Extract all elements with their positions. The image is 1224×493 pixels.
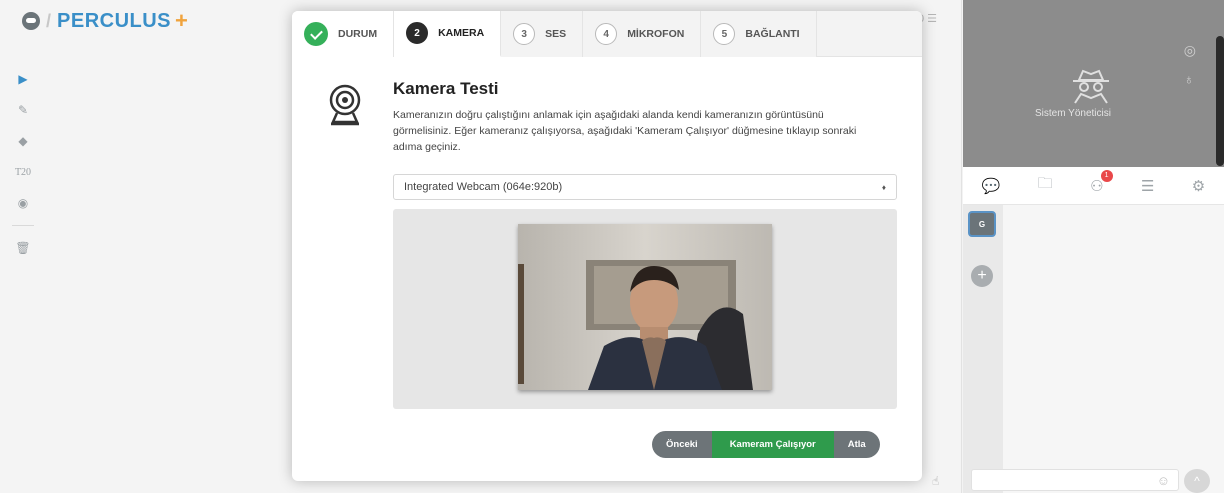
add-room-button[interactable]: +: [971, 265, 993, 287]
pen-tool[interactable]: ✎: [10, 99, 36, 121]
step-label: BAĞLANTI: [745, 28, 800, 40]
chat-room-list: G +: [963, 205, 1003, 493]
camera-select[interactable]: Integrated Webcam (064e:920b) ♦: [393, 174, 897, 200]
step-label: DURUM: [338, 28, 378, 40]
video-tile: Sistem Yöneticisi ◎ ♁: [963, 0, 1224, 167]
record-icon: ◉: [17, 196, 29, 210]
toolbar-divider: [12, 225, 34, 226]
chat-input[interactable]: ☺: [971, 469, 1179, 491]
logo-plus-icon: +: [175, 8, 188, 33]
room-chip[interactable]: G: [968, 211, 996, 237]
wizard-actions: Önceki Kameram Çalışıyor Atla: [652, 431, 880, 458]
step-mikrofon[interactable]: 4 MİKROFON: [583, 11, 702, 57]
step-label: KAMERA: [438, 27, 485, 39]
panel-tabs: 💬 🗀 ⚇ 1 ☰ ⚙: [963, 167, 1224, 205]
gear-icon[interactable]: ⚙: [1192, 177, 1205, 195]
scrollbar[interactable]: [1216, 36, 1224, 166]
microphone-icon[interactable]: ♁: [1184, 71, 1196, 87]
spy-avatar-icon: [1073, 69, 1109, 104]
camera-select-value: Integrated Webcam (064e:920b): [404, 181, 563, 193]
pointer-tool[interactable]: ▶: [10, 68, 36, 90]
pencil-icon: ✎: [17, 103, 29, 117]
step-durum[interactable]: DURUM: [292, 11, 395, 57]
skip-button[interactable]: Atla: [833, 431, 880, 458]
folder-icon[interactable]: 🗀: [1038, 173, 1053, 198]
setup-wizard-modal: DURUM 2 KAMERA 3 SES 4 MİKROFON 5 BAĞLAN…: [292, 11, 922, 481]
modal-description: Kameranızın doğru çalıştığını anlamak iç…: [393, 109, 857, 153]
users-icon[interactable]: ⚇ 1: [1090, 169, 1113, 195]
cursor-icon: ▶: [18, 72, 28, 86]
text-icon: T20: [14, 166, 32, 178]
camera-preview-area: [393, 209, 897, 409]
previous-button[interactable]: Önceki: [652, 431, 712, 458]
eraser-tool[interactable]: ◆: [10, 130, 36, 152]
logo-text: PERCULUS: [57, 9, 172, 32]
modal-title: Kamera Testi: [393, 79, 499, 98]
step-number: 5: [713, 23, 736, 45]
user-name-label: Sistem Yöneticisi: [1035, 108, 1111, 119]
step-kamera[interactable]: 2 KAMERA: [394, 11, 502, 57]
step-ses[interactable]: 3 SES: [501, 11, 584, 57]
video-controls: ◎ ♁: [1184, 42, 1196, 87]
logo: / PERCULUS +: [22, 8, 188, 34]
camera-icon[interactable]: ◎: [1184, 42, 1196, 59]
delete-tool[interactable]: 🗑: [10, 237, 36, 259]
users-glyph: ⚇: [1090, 177, 1104, 195]
webcam-feed: [518, 224, 772, 390]
scroll-up-button[interactable]: ^: [1184, 469, 1210, 493]
eraser-icon: ◆: [18, 134, 28, 148]
camera-working-button[interactable]: Kameram Çalışıyor: [711, 431, 834, 458]
step-number: 2: [406, 22, 429, 44]
chat-icon[interactable]: 💬: [982, 177, 1001, 195]
webcam-icon: [329, 84, 361, 126]
notification-badge: 1: [1100, 169, 1113, 182]
raise-hand-icon[interactable]: ☝: [932, 474, 939, 488]
wizard-steps: DURUM 2 KAMERA 3 SES 4 MİKROFON 5 BAĞLAN…: [292, 11, 922, 57]
list-icon[interactable]: ☰: [1141, 177, 1154, 195]
perculus-logo-icon: [22, 12, 40, 30]
step-baglanti[interactable]: 5 BAĞLANTI: [701, 11, 817, 57]
right-panel: Sistem Yöneticisi ◎ ♁ 💬 🗀 ⚇ 1 ☰ ⚙ G + ☺ ^: [963, 0, 1224, 493]
logo-separator: /: [46, 10, 52, 31]
record-tool[interactable]: ◉: [10, 192, 36, 214]
step-number: 3: [513, 23, 536, 45]
trash-icon: 🗑: [15, 241, 31, 255]
drawing-toolbar: ▶ ✎ ◆ T20 ◉ 🗑: [10, 68, 50, 259]
step-label: MİKROFON: [627, 28, 685, 40]
steps-filler: [816, 11, 922, 56]
check-icon: [304, 22, 328, 46]
text-tool[interactable]: T20: [10, 161, 36, 183]
emoji-icon[interactable]: ☺: [1157, 473, 1170, 488]
step-label: SES: [545, 28, 567, 40]
step-number: 4: [595, 23, 618, 45]
chevron-updown-icon: ♦: [881, 182, 886, 192]
app-root: / PERCULUS + ▶ ✎ ◆ T20 ◉ 🗑 0 ☰ ☝ Sistem …: [0, 0, 1224, 493]
